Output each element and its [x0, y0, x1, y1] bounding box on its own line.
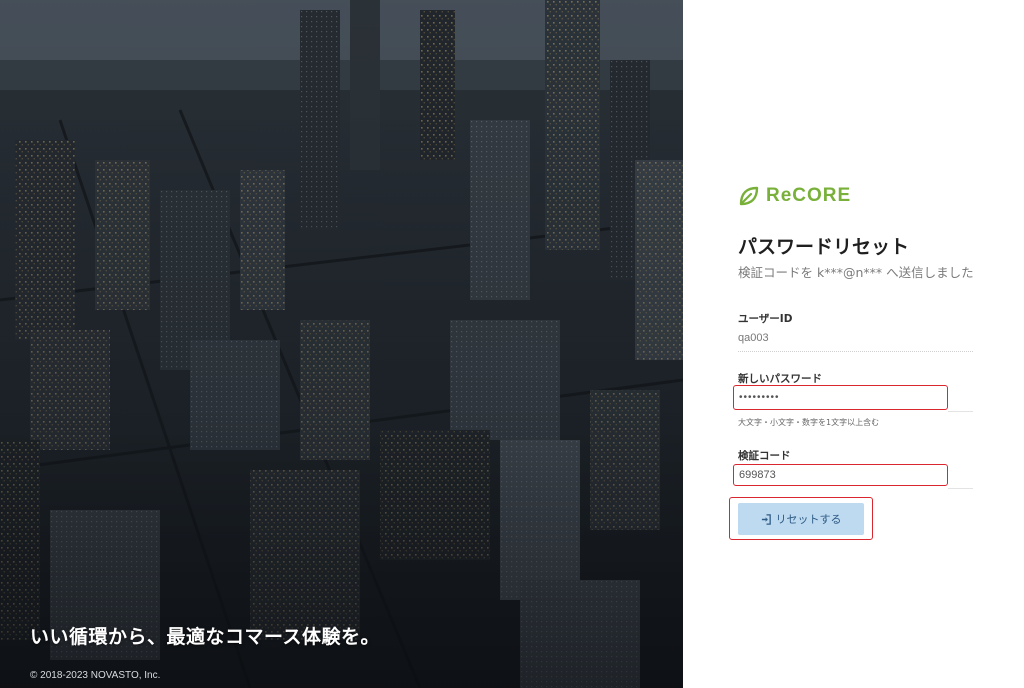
form-panel	[683, 0, 1024, 688]
hero-overlay	[0, 0, 683, 688]
verification-code-label: 検証コード	[738, 450, 791, 462]
sign-in-icon	[761, 513, 771, 525]
copyright-text: © 2018-2023 NOVASTO, Inc.	[30, 670, 161, 681]
code-divider	[948, 488, 973, 489]
user-id-label: ユーザーID	[738, 313, 793, 325]
reset-button-label: リセットする	[775, 513, 842, 526]
user-id-divider	[738, 351, 973, 352]
page-title: パスワードリセット	[738, 236, 910, 258]
new-password-input[interactable]	[733, 385, 948, 410]
hero-tagline: いい循環から、最適なコマース体験を。	[30, 626, 381, 648]
new-password-label: 新しいパスワード	[738, 373, 822, 385]
brand-name: ReCORE	[766, 185, 852, 206]
reset-button[interactable]: リセットする	[738, 503, 864, 535]
password-divider	[948, 411, 973, 412]
verification-code-input[interactable]	[733, 464, 948, 486]
page-subtitle: 検証コードを k***@n*** へ送信しました	[738, 265, 974, 280]
leaf-logo-icon	[739, 186, 759, 206]
password-hint: 大文字・小文字・数字を1文字以上含む	[738, 418, 880, 427]
hero-image-panel: いい循環から、最適なコマース体験を。 © 2018-2023 NOVASTO, …	[0, 0, 683, 688]
login-page: いい循環から、最適なコマース体験を。 © 2018-2023 NOVASTO, …	[0, 0, 1024, 688]
brand-logo: ReCORE	[738, 185, 851, 207]
user-id-value: qa003	[738, 332, 769, 344]
